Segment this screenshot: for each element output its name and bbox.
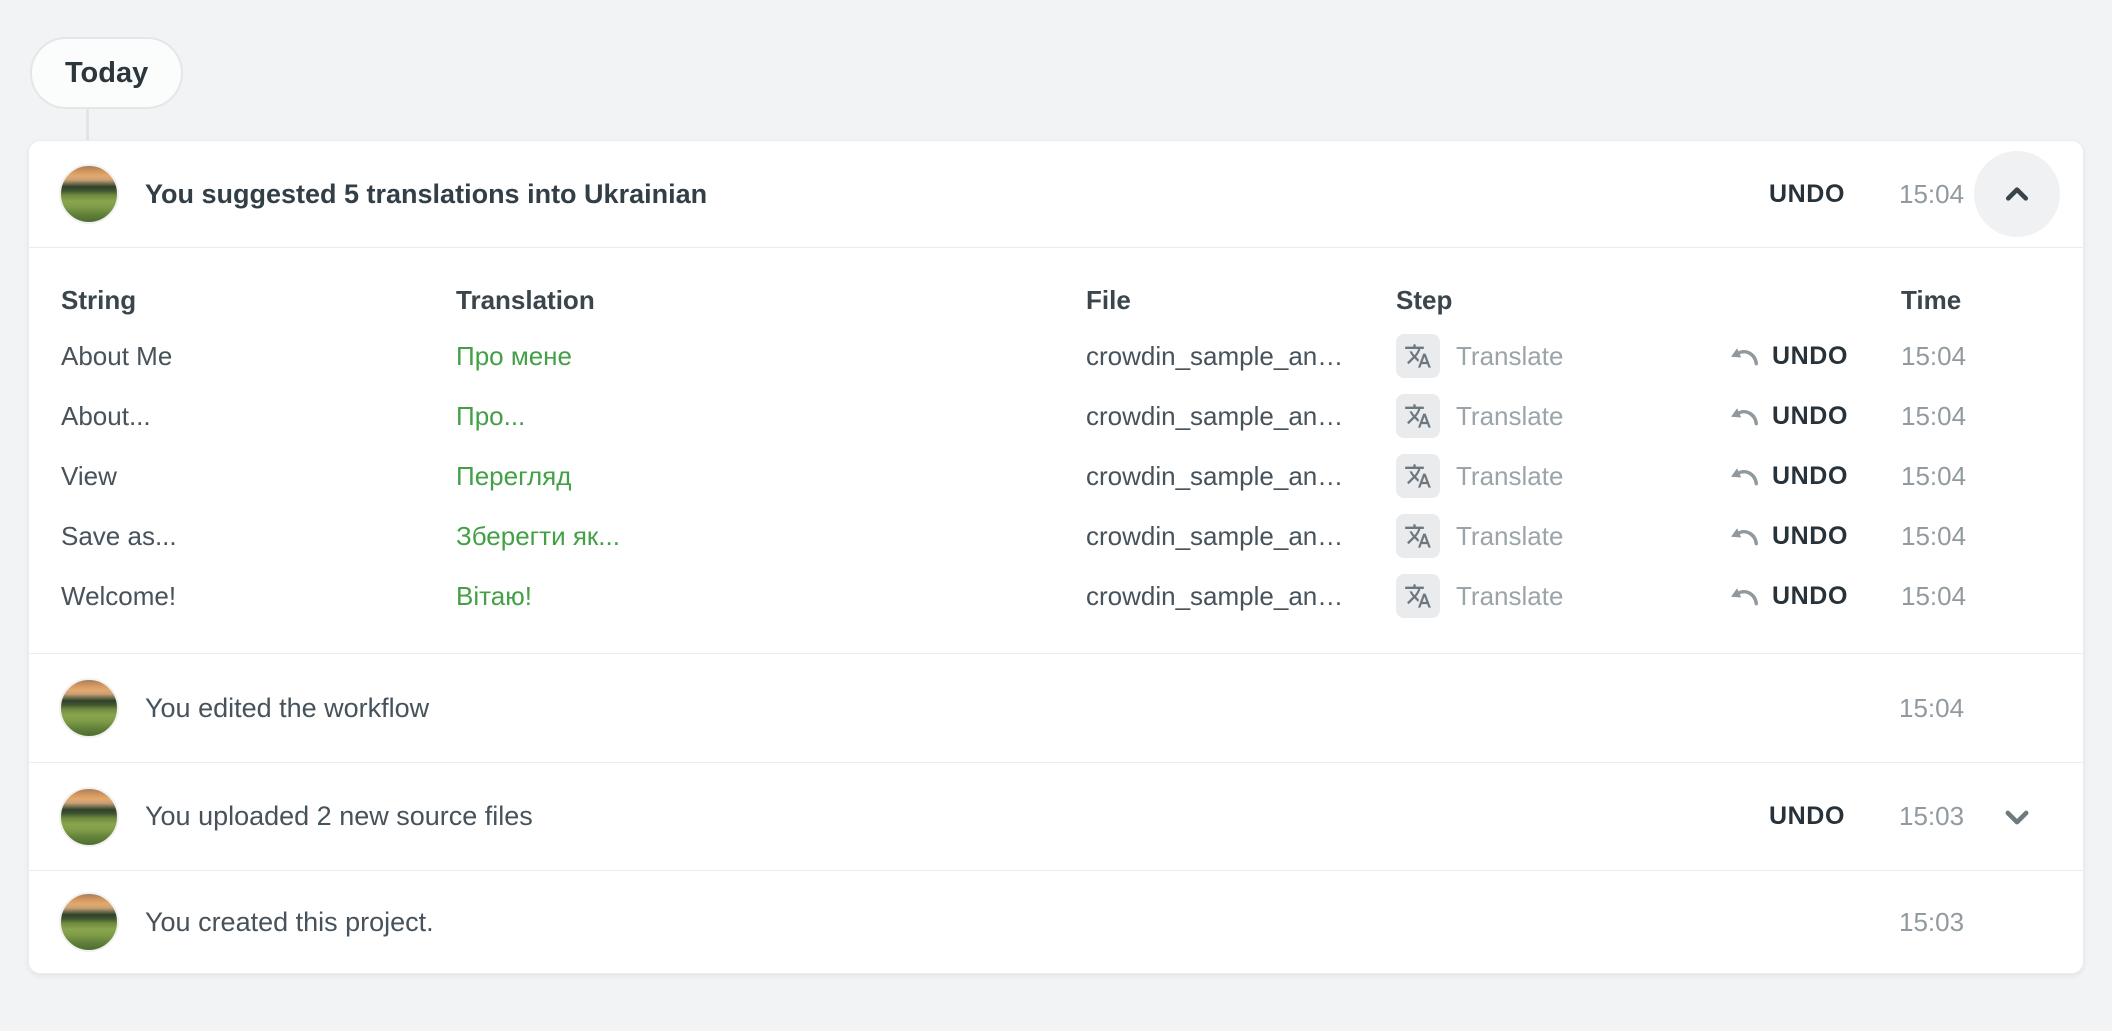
table-header-row: String Translation File Step Time: [29, 274, 2083, 326]
undo-arrow-icon: [1729, 403, 1762, 429]
activity-entry-edited-workflow: You edited the workflow 15:04: [29, 653, 2083, 762]
translate-icon: [1396, 514, 1440, 558]
table-row: About... Про... crowdin_sample_an… Trans…: [29, 386, 2083, 446]
undo-button[interactable]: UNDO: [1729, 522, 1848, 551]
activity-entry-suggested-translations: You suggested 5 translations into Ukrain…: [29, 141, 2083, 247]
undo-arrow-icon: [1729, 523, 1762, 549]
file-name: crowdin_sample_an…: [1086, 461, 1396, 492]
translation-string: Зберегти як...: [456, 521, 1086, 552]
undo-arrow-icon: [1729, 583, 1762, 609]
row-time: 15:04: [1848, 341, 2060, 372]
date-badge-label: Today: [65, 57, 148, 90]
activity-card: You suggested 5 translations into Ukrain…: [28, 140, 2084, 974]
file-name: crowdin_sample_an…: [1086, 581, 1396, 612]
translate-icon: [1396, 454, 1440, 498]
activity-timeline: Today You suggested 5 translations into …: [0, 0, 2112, 1031]
table-row: View Перегляд crowdin_sample_an… Transla…: [29, 446, 2083, 506]
avatar: [59, 787, 119, 847]
row-time: 15:04: [1848, 581, 2060, 612]
column-header-step: Step: [1396, 285, 1658, 316]
translations-table: String Translation File Step Time About …: [29, 247, 2083, 653]
row-time: 15:04: [1848, 461, 2060, 492]
step-label: Translate: [1456, 341, 1563, 372]
step-label: Translate: [1456, 461, 1563, 492]
undo-button[interactable]: UNDO: [1729, 582, 1848, 611]
expand-button[interactable]: [1995, 795, 2039, 839]
avatar: [59, 164, 119, 224]
activity-time: 15:04: [1899, 693, 1974, 724]
column-header-translation: Translation: [456, 285, 1086, 316]
activity-title: You uploaded 2 new source files: [145, 800, 1769, 832]
undo-button-label: UNDO: [1769, 802, 1845, 831]
table-row: About Me Про мене crowdin_sample_an… Tra…: [29, 326, 2083, 386]
activity-time: 15:03: [1899, 907, 1974, 938]
activity-title: You edited the workflow: [145, 692, 1845, 724]
translation-string: Про мене: [456, 341, 1086, 372]
undo-button[interactable]: UNDO: [1729, 402, 1848, 431]
row-time: 15:04: [1848, 521, 2060, 552]
undo-button-label: UNDO: [1769, 180, 1845, 209]
translate-icon: [1396, 394, 1440, 438]
undo-button-label: UNDO: [1772, 402, 1848, 431]
activity-title: You created this project.: [145, 906, 1845, 938]
undo-arrow-icon: [1729, 463, 1762, 489]
activity-time: 15:03: [1899, 801, 1974, 832]
column-header-time: Time: [1848, 285, 2060, 316]
activity-entry-created-project: You created this project. 15:03: [29, 870, 2083, 973]
source-string: About Me: [61, 341, 456, 372]
collapse-button[interactable]: [1974, 151, 2060, 237]
avatar: [59, 678, 119, 738]
date-badge-today: Today: [30, 37, 183, 109]
undo-button[interactable]: UNDO: [1729, 342, 1848, 371]
file-name: crowdin_sample_an…: [1086, 521, 1396, 552]
chevron-down-icon: [1995, 795, 2039, 839]
column-header-string: String: [61, 285, 456, 316]
chevron-up-icon: [1996, 173, 2038, 215]
translate-icon: [1396, 334, 1440, 378]
translation-string: Вітаю!: [456, 581, 1086, 612]
source-string: Welcome!: [61, 581, 456, 612]
step-label: Translate: [1456, 581, 1563, 612]
avatar: [59, 892, 119, 952]
translation-string: Про...: [456, 401, 1086, 432]
undo-button[interactable]: UNDO: [1729, 462, 1848, 491]
activity-title: You suggested 5 translations into Ukrain…: [145, 178, 1769, 210]
row-time: 15:04: [1848, 401, 2060, 432]
activity-time: 15:04: [1899, 179, 1974, 210]
undo-button-label: UNDO: [1772, 342, 1848, 371]
undo-button-label: UNDO: [1772, 582, 1848, 611]
activity-entry-uploaded-files: You uploaded 2 new source files UNDO 15:…: [29, 762, 2083, 870]
step-label: Translate: [1456, 521, 1563, 552]
undo-button-label: UNDO: [1772, 462, 1848, 491]
source-string: Save as...: [61, 521, 456, 552]
undo-button-label: UNDO: [1772, 522, 1848, 551]
step-label: Translate: [1456, 401, 1563, 432]
table-row: Welcome! Вітаю! crowdin_sample_an… Trans…: [29, 566, 2083, 626]
undo-button[interactable]: UNDO: [1769, 180, 1845, 209]
file-name: crowdin_sample_an…: [1086, 341, 1396, 372]
translation-string: Перегляд: [456, 461, 1086, 492]
column-header-file: File: [1086, 285, 1396, 316]
translate-icon: [1396, 574, 1440, 618]
source-string: View: [61, 461, 456, 492]
timeline-connector: [86, 109, 89, 142]
file-name: crowdin_sample_an…: [1086, 401, 1396, 432]
undo-arrow-icon: [1729, 343, 1762, 369]
undo-button[interactable]: UNDO: [1769, 802, 1845, 831]
table-row: Save as... Зберегти як... crowdin_sample…: [29, 506, 2083, 566]
source-string: About...: [61, 401, 456, 432]
